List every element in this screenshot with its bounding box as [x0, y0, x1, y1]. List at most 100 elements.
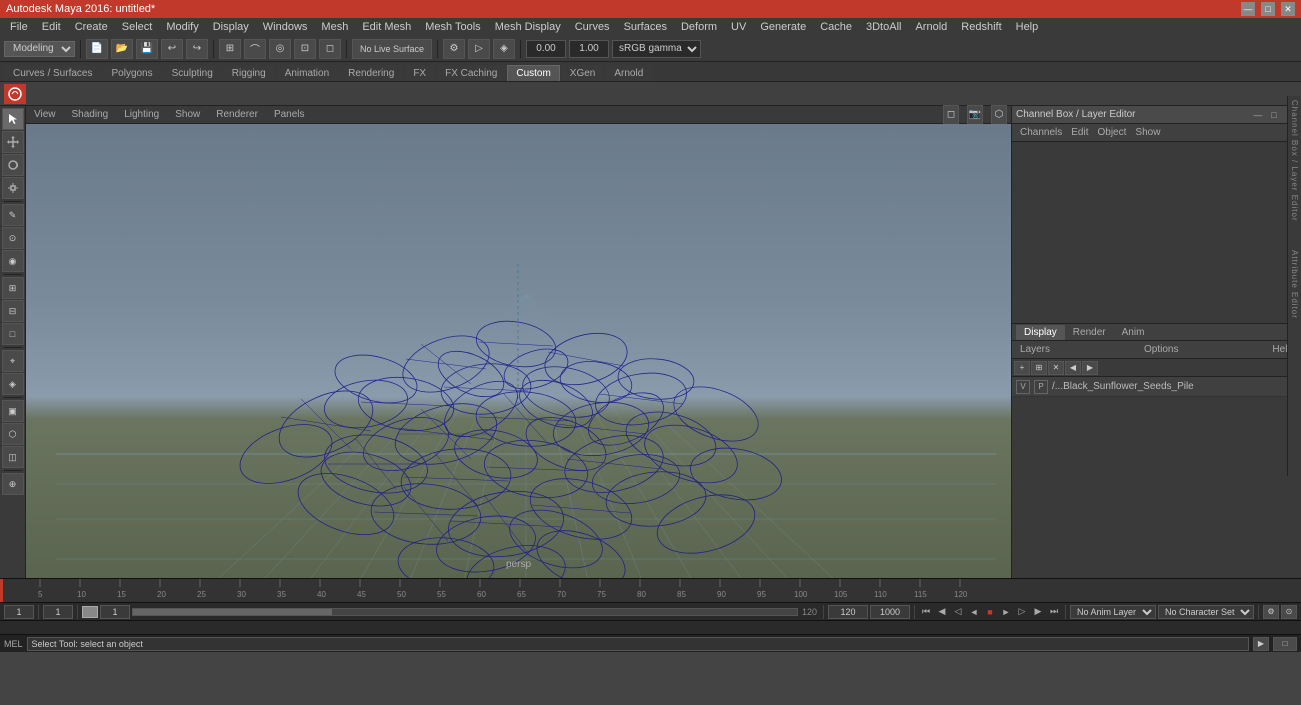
shelf-tab-custom[interactable]: Custom — [507, 65, 559, 81]
snap-surface-button[interactable]: ◻ — [319, 39, 341, 59]
shelf-tab-arnold[interactable]: Arnold — [605, 65, 652, 81]
viewport-menu-shading[interactable]: Shading — [68, 109, 113, 120]
prev-key-btn[interactable]: ◁ — [951, 605, 965, 619]
menu-create[interactable]: Create — [69, 20, 114, 34]
next-frame-btn[interactable]: ▶ — [1031, 605, 1045, 619]
value2-input[interactable]: 1.00 — [569, 40, 609, 58]
snap-point-button[interactable]: ◎ — [269, 39, 291, 59]
delete-layer-btn[interactable]: ✕ — [1048, 361, 1064, 375]
anim-layer-dropdown[interactable]: No Anim Layer — [1070, 605, 1156, 619]
select-tool-button[interactable] — [2, 108, 24, 130]
frame-start-input[interactable]: 1 — [4, 605, 34, 619]
viewport-menu-show[interactable]: Show — [171, 109, 204, 120]
menu-arnold[interactable]: Arnold — [909, 20, 953, 34]
viewport-menu-panels[interactable]: Panels — [270, 109, 309, 120]
menu-redshift[interactable]: Redshift — [955, 20, 1007, 34]
script-editor-btn[interactable]: □ — [1273, 637, 1297, 651]
menu-modify[interactable]: Modify — [160, 20, 204, 34]
scale-tool-button[interactable] — [2, 177, 24, 199]
shelf-tab-xgen[interactable]: XGen — [561, 65, 605, 81]
playback-bar[interactable] — [132, 608, 798, 616]
mode-selector[interactable]: Modeling — [4, 41, 75, 57]
soft-select-button[interactable]: ◉ — [2, 250, 24, 272]
lasso-tool-button[interactable]: ⊙ — [2, 227, 24, 249]
render-settings-button[interactable]: ⚙ — [443, 39, 465, 59]
skip-end-btn[interactable]: ⏭ — [1047, 605, 1061, 619]
frame-field[interactable] — [100, 605, 130, 619]
menu-curves[interactable]: Curves — [569, 20, 616, 34]
menu-surfaces[interactable]: Surfaces — [618, 20, 673, 34]
menu-edit-mesh[interactable]: Edit Mesh — [356, 20, 417, 34]
colorspace-dropdown[interactable]: sRGB gamma — [612, 40, 701, 58]
hide-selected-button[interactable]: □ — [2, 323, 24, 345]
new-layer-btn[interactable]: + — [1014, 361, 1030, 375]
menu-mesh-display[interactable]: Mesh Display — [489, 20, 567, 34]
undo-button[interactable]: ↩ — [161, 39, 183, 59]
menu-deform[interactable]: Deform — [675, 20, 723, 34]
shelf-tab-rigging[interactable]: Rigging — [223, 65, 275, 81]
paint-tool-button[interactable]: ✎ — [2, 204, 24, 226]
ipr-button[interactable]: ◈ — [493, 39, 515, 59]
rp-float-btn[interactable]: □ — [1267, 108, 1281, 122]
minimize-button[interactable]: — — [1241, 2, 1255, 16]
stop-btn[interactable]: ■ — [983, 605, 997, 619]
tab-anim[interactable]: Anim — [1114, 325, 1153, 340]
rotate-tool-button[interactable] — [2, 154, 24, 176]
tab-render[interactable]: Render — [1065, 325, 1114, 340]
autokey-btn[interactable]: ⊙ — [1281, 605, 1297, 619]
new-layer-options-btn[interactable]: ⊞ — [1031, 361, 1047, 375]
menu-uv[interactable]: UV — [725, 20, 752, 34]
shelf-tab-polygons[interactable]: Polygons — [102, 65, 161, 81]
play-back-btn[interactable]: ◄ — [967, 605, 981, 619]
save-scene-button[interactable]: 💾 — [136, 39, 158, 59]
ch-menu-show[interactable]: Show — [1131, 127, 1164, 138]
hypershade-button[interactable]: ⬡ — [2, 423, 24, 445]
menu-cache[interactable]: Cache — [814, 20, 858, 34]
anim-start-input[interactable]: 120 — [828, 605, 868, 619]
char-set-dropdown[interactable]: No Character Set — [1158, 605, 1254, 619]
menu-edit[interactable]: Edit — [36, 20, 67, 34]
viewport-menu-view[interactable]: View — [30, 109, 60, 120]
ch-menu-object[interactable]: Object — [1094, 127, 1131, 138]
preferences-btn[interactable]: ⚙ — [1263, 605, 1279, 619]
close-button[interactable]: ✕ — [1281, 2, 1295, 16]
viewport-menu-renderer[interactable]: Renderer — [212, 109, 262, 120]
redo-button[interactable]: ↪ — [186, 39, 208, 59]
shelf-tab-sculpting[interactable]: Sculpting — [163, 65, 222, 81]
menu-3dtoall[interactable]: 3DtoAll — [860, 20, 907, 34]
value1-input[interactable]: 0.00 — [526, 40, 566, 58]
shelf-tab-fxcaching[interactable]: FX Caching — [436, 65, 506, 81]
ch-menu-edit[interactable]: Edit — [1067, 127, 1092, 138]
shelf-tab-fx[interactable]: FX — [404, 65, 435, 81]
snap-view-button[interactable]: ⊡ — [294, 39, 316, 59]
vp-display-mode-btn[interactable]: ⬡ — [991, 105, 1007, 125]
menu-mesh[interactable]: Mesh — [315, 20, 354, 34]
layer-visibility-btn[interactable]: V — [1016, 380, 1030, 394]
lh-layers[interactable]: Layers — [1016, 344, 1054, 355]
ch-menu-channels[interactable]: Channels — [1016, 127, 1066, 138]
mel-input[interactable]: Select Tool: select an object — [27, 637, 1249, 651]
menu-display[interactable]: Display — [207, 20, 255, 34]
viewport-menu-lighting[interactable]: Lighting — [120, 109, 163, 120]
open-scene-button[interactable]: 📂 — [111, 39, 133, 59]
menu-select[interactable]: Select — [116, 20, 159, 34]
tab-display[interactable]: Display — [1016, 325, 1065, 340]
new-scene-button[interactable]: 📄 — [86, 39, 108, 59]
lh-options[interactable]: Options — [1140, 344, 1182, 355]
layer-left-arrow[interactable]: ◀ — [1065, 361, 1081, 375]
rp-minimize-btn[interactable]: — — [1251, 108, 1265, 122]
next-key-btn[interactable]: ▷ — [1015, 605, 1029, 619]
viewport[interactable]: X Y Z persp — [26, 124, 1011, 578]
menu-generate[interactable]: Generate — [754, 20, 812, 34]
shelf-tab-rendering[interactable]: Rendering — [339, 65, 403, 81]
move-tool-button[interactable] — [2, 131, 24, 153]
snap-grid-button[interactable]: ⊞ — [219, 39, 241, 59]
isolate-button[interactable]: ⊟ — [2, 300, 24, 322]
display-button[interactable]: ◈ — [2, 373, 24, 395]
quick-select-button[interactable]: ⊕ — [2, 473, 24, 495]
no-live-btn[interactable]: No Live Surface — [352, 39, 432, 59]
render-view-button[interactable]: ▣ — [2, 400, 24, 422]
playback-slider-handle[interactable] — [82, 606, 98, 618]
maximize-button[interactable]: □ — [1261, 2, 1275, 16]
timeline-ruler[interactable]: 5 10 15 20 25 30 35 40 45 50 5 — [0, 579, 1301, 603]
